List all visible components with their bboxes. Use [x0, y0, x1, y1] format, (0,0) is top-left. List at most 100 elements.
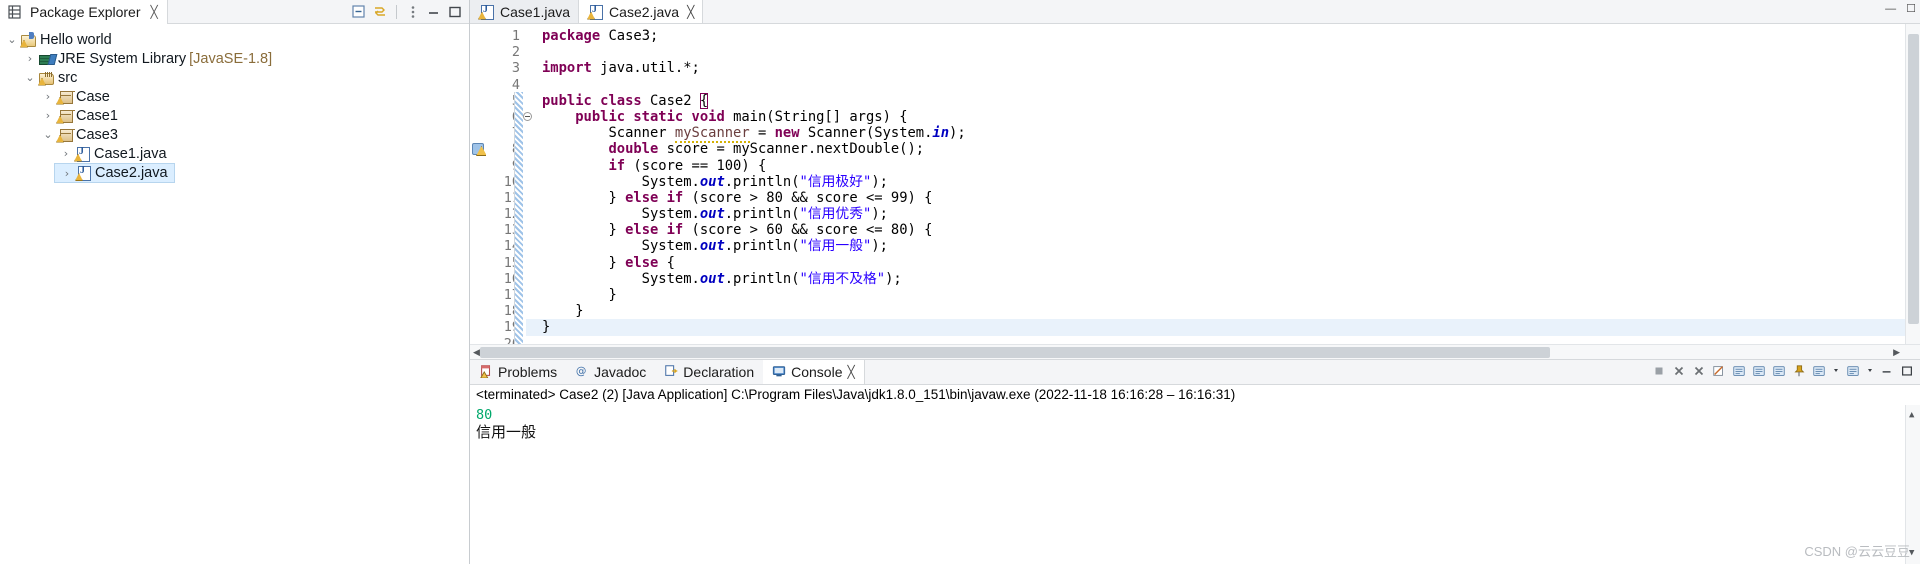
tree-node-jre-system-library[interactable]: › JRE System Library [JavaSE-1.8] [18, 49, 469, 68]
editor-vertical-scrollbar[interactable] [1905, 24, 1920, 359]
scroll-right-icon[interactable]: ▶ [1893, 347, 1900, 358]
java-file-icon [74, 146, 91, 162]
tree-node-case1[interactable]: › Case1 [36, 106, 469, 125]
java-file-icon [75, 165, 92, 181]
terminate-icon[interactable] [1652, 364, 1666, 381]
code-line: package Case3; [542, 28, 659, 44]
code-line: if (score == 100) { [608, 157, 767, 174]
display-selected-console-icon[interactable] [1812, 364, 1826, 381]
tree-node-case1-java[interactable]: › Case1.java [54, 144, 469, 163]
pin-console-icon[interactable] [1792, 364, 1806, 381]
bottom-tab-problems[interactable]: Problems [470, 360, 567, 384]
warning-badge-icon [38, 77, 46, 86]
display-selected-console-chevron-icon[interactable] [1832, 364, 1840, 381]
tree-node-case3[interactable]: ⌄ Case3 [36, 125, 469, 144]
close-icon[interactable]: ╳ [848, 365, 855, 379]
code-line: } [542, 287, 617, 303]
java-file-icon [478, 4, 495, 20]
javadoc-icon: @ [575, 364, 589, 381]
bottom-tab-label: Problems [498, 364, 558, 380]
tab-package-explorer[interactable]: Package Explorer ╳ [0, 0, 168, 24]
scroll-lock-icon[interactable] [1732, 364, 1746, 381]
line-number: 3 [511, 60, 520, 77]
minimize-icon[interactable] [1880, 364, 1894, 381]
code-line: } [526, 319, 1920, 336]
chevron-right-icon[interactable]: › [22, 52, 38, 65]
code-line: System.out.println("信用不及格"); [542, 270, 902, 287]
chevron-down-icon[interactable]: ⌄ [22, 71, 38, 84]
console-output[interactable]: 80 信用一般 ▲ ▼ CSDN @云云豆豆 [470, 405, 1920, 564]
link-with-editor-icon[interactable] [372, 4, 388, 20]
code-line: } else { [542, 254, 675, 271]
console-output-number: 80 [476, 407, 493, 423]
maximize-icon[interactable] [447, 4, 463, 20]
scroll-left-icon[interactable]: ◀ [473, 347, 480, 358]
show-console-on-output-icon[interactable] [1772, 364, 1786, 381]
editor-horizontal-scrollbar[interactable]: ◀ ▶ [470, 344, 1920, 359]
editor-tab-label: Case1.java [500, 3, 571, 20]
collapse-all-icon[interactable] [351, 4, 367, 20]
chevron-down-icon[interactable]: ⌄ [4, 33, 20, 46]
project-tree: ⌄ Hello world › JRE System Library [JavaSE-1… [0, 24, 469, 564]
code-content[interactable]: package Case3; import java.util.*; publi… [526, 24, 1920, 359]
maximize-icon[interactable]: ☐ [1906, 2, 1916, 15]
package-explorer-toolbar [351, 0, 469, 23]
console-view: Problems @ Javadoc Declaration Console ╳ <ter… [470, 360, 1920, 564]
editor-tabbar: Case1.java Case2.java╳ — ☐ [470, 0, 1920, 24]
folding-ruler[interactable] [514, 92, 523, 352]
close-icon[interactable]: ╳ [687, 5, 694, 19]
tree-node-src[interactable]: ⌄ src [18, 68, 469, 87]
tree-node-label: Case2.java [95, 165, 168, 181]
scroll-up-icon[interactable]: ▲ [1909, 407, 1914, 424]
maximize-icon[interactable] [1900, 364, 1914, 381]
code-line: double score = myScanner.nextDouble(); [608, 141, 925, 158]
word-wrap-icon[interactable] [1752, 364, 1766, 381]
view-menu-icon[interactable] [405, 4, 421, 20]
chevron-right-icon[interactable]: › [59, 167, 75, 180]
warning-marker-icon[interactable] [472, 142, 485, 155]
problems-icon [479, 364, 493, 381]
chevron-down-icon[interactable]: ⌄ [40, 128, 56, 141]
chevron-right-icon[interactable]: › [40, 90, 56, 103]
bottom-tab-declaration[interactable]: Declaration [655, 360, 764, 384]
bottom-tab-console[interactable]: Console ╳ [763, 360, 865, 384]
chevron-right-icon[interactable]: › [58, 147, 74, 160]
remove-all-terminated-icon[interactable] [1692, 364, 1706, 381]
tree-node-suffix: [JavaSE-1.8] [189, 50, 273, 67]
code-line: } else if (score > 60 && score <= 80) { [542, 222, 933, 239]
code-line: System.out.println("信用极好"); [542, 173, 888, 190]
editor-vertical-scroll-thumb[interactable] [1908, 34, 1919, 324]
code-line: } else if (score > 80 && score <= 99) { [542, 189, 933, 206]
tree-node-hello-world[interactable]: ⌄ Hello world [0, 30, 469, 49]
tree-node-label: Case1.java [94, 145, 167, 162]
tree-node-case2-java[interactable]: › Case2.java [54, 163, 175, 183]
package-explorer-title: Package Explorer [30, 4, 141, 20]
close-icon[interactable]: ╳ [151, 5, 158, 19]
tree-node-case[interactable]: › Case [36, 87, 469, 106]
editor-tab-case2-java[interactable]: Case2.java ╳ [579, 0, 704, 23]
code-line: System.out.println("信用一般"); [542, 238, 888, 255]
clear-console-icon[interactable] [1712, 364, 1726, 381]
editor-area: Case1.java Case2.java╳ — ☐ 1234567891011121… [470, 0, 1920, 564]
eclipse-ide-window: Package Explorer ╳ ⌄ Hello world › JRE S… [0, 0, 1920, 564]
warning-badge-icon [587, 11, 596, 20]
package-icon [56, 108, 73, 124]
java-editor[interactable]: 1234567891011121314151617181920 package … [470, 24, 1920, 360]
open-console-chevron-icon[interactable] [1866, 364, 1874, 381]
editor-horizontal-scroll-thumb[interactable] [480, 347, 1550, 358]
editor-tab-case1-java[interactable]: Case1.java [470, 0, 580, 23]
warning-badge-icon [56, 115, 64, 124]
console-vertical-scrollbar[interactable]: ▲ ▼ [1905, 405, 1920, 564]
minimize-icon[interactable]: — [1885, 3, 1896, 15]
warning-badge-icon [75, 173, 83, 181]
minimize-icon[interactable] [426, 4, 442, 20]
toolbar-separator [396, 4, 397, 19]
package-icon [56, 89, 73, 105]
warning-badge-icon [74, 153, 82, 162]
bottom-tab-javadoc[interactable]: @ Javadoc [566, 360, 656, 384]
remove-launch-icon[interactable] [1672, 364, 1686, 381]
open-console-icon[interactable] [1846, 364, 1860, 381]
chevron-right-icon[interactable]: › [40, 109, 56, 122]
